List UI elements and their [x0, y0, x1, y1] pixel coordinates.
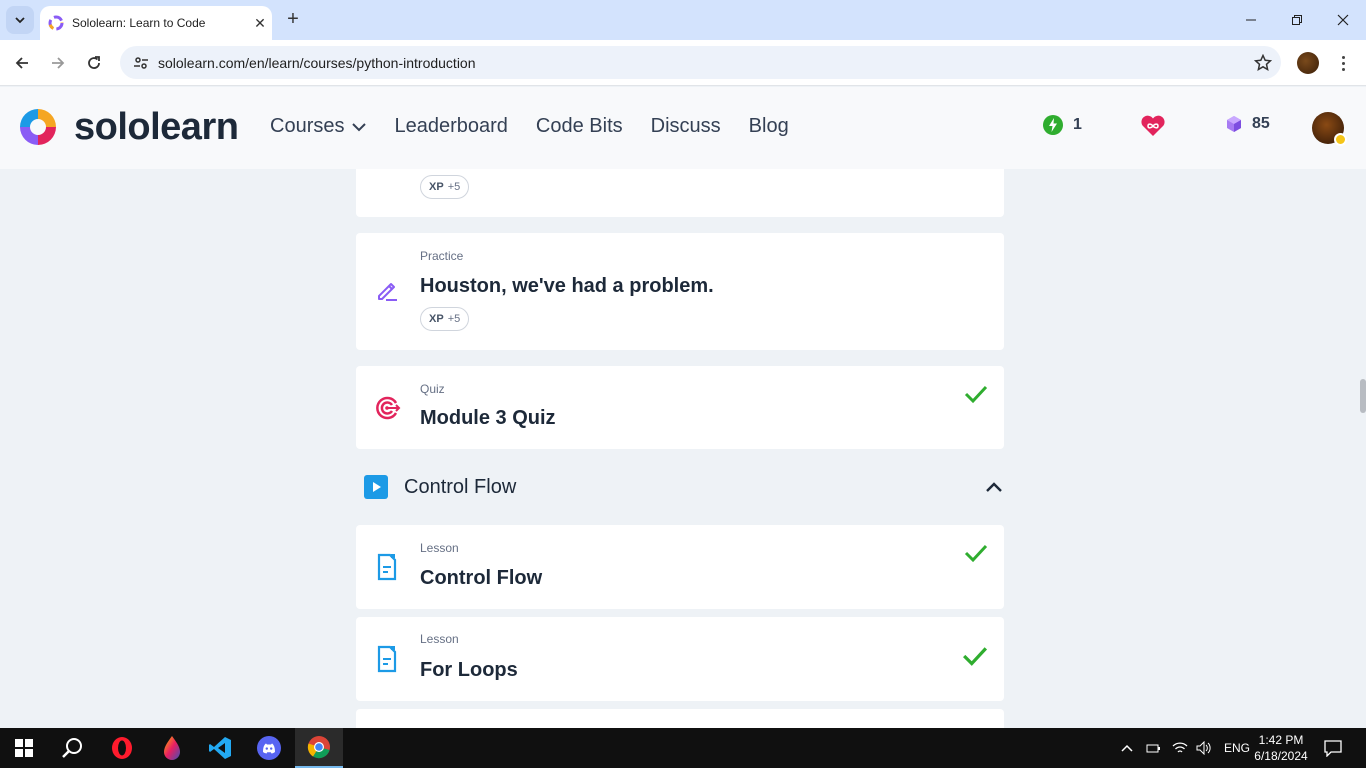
chevron-down-icon: [15, 17, 25, 24]
play-module-icon: [364, 475, 388, 499]
back-button[interactable]: [7, 48, 37, 78]
chrome-icon[interactable]: [295, 728, 343, 768]
card-title: Houston, we've had a problem.: [420, 275, 714, 297]
checkmark-icon: [964, 385, 988, 404]
xp-badge: XP +5: [420, 175, 470, 199]
paint-drop-icon[interactable]: [148, 728, 196, 768]
lesson-doc-icon: [377, 553, 397, 581]
tab-search-button[interactable]: [6, 6, 34, 34]
start-icon[interactable]: [0, 728, 48, 768]
system-tray: ENG: [1120, 728, 1250, 768]
tab-close-icon[interactable]: ✕: [248, 15, 272, 32]
close-icon: [1337, 14, 1349, 26]
sololearn-logo[interactable]: sololearn: [16, 105, 239, 149]
arrow-left-icon: [15, 57, 28, 69]
address-bar[interactable]: sololearn.com/en/learn/courses/python-in…: [120, 46, 1281, 79]
chevron-up-icon[interactable]: [1120, 743, 1134, 753]
xp-value: +5: [447, 181, 461, 193]
card-title: For Loops: [420, 659, 518, 681]
lesson-doc-icon: [377, 645, 397, 673]
practice-card[interactable]: Practice Houston, we've had a problem. X…: [356, 233, 1004, 350]
chevron-down-icon: [352, 122, 367, 131]
tab-title: Sololearn: Learn to Code: [72, 16, 206, 30]
module-header-control-flow[interactable]: Control Flow: [364, 473, 1004, 501]
infinity-heart-icon: [1141, 115, 1165, 136]
discord-icon[interactable]: [245, 728, 293, 768]
new-tab-button[interactable]: +: [282, 8, 304, 30]
lightning-icon: [1043, 115, 1063, 135]
checkmark-icon: [964, 544, 988, 563]
browser-profile-avatar[interactable]: [1297, 52, 1319, 74]
reload-button[interactable]: [79, 48, 109, 78]
card-title: Control Flow: [420, 567, 543, 589]
pencil-icon: [378, 283, 397, 301]
speaker-icon[interactable]: [1196, 741, 1212, 755]
restore-icon: [1292, 15, 1302, 25]
sololearn-favicon-icon: [48, 15, 64, 31]
battery-icon[interactable]: [1146, 741, 1162, 755]
notification-icon[interactable]: [1310, 728, 1356, 768]
minimize-button[interactable]: [1228, 0, 1274, 40]
gem-icon: [1227, 116, 1241, 132]
windows-taskbar: ENG 1:42 PM 6/18/2024: [0, 728, 1366, 768]
reload-icon: [88, 56, 100, 69]
search-icon[interactable]: [48, 728, 96, 768]
browser-tab[interactable]: Sololearn: Learn to Code ✕: [40, 6, 272, 40]
lesson-card-partial[interactable]: [356, 709, 1004, 728]
quiz-card[interactable]: Quiz Module 3 Quiz: [356, 366, 1004, 449]
module-title: Control Flow: [404, 475, 517, 498]
nav-blog[interactable]: Blog: [749, 115, 789, 138]
site-info-icon[interactable]: [124, 55, 158, 71]
restore-button[interactable]: [1274, 0, 1320, 40]
card-type: Lesson: [420, 632, 459, 646]
xp-badge: XP +5: [420, 307, 470, 331]
streak-counter[interactable]: 1: [1043, 115, 1082, 135]
chevron-up-icon[interactable]: [984, 480, 1004, 494]
taskbar-clock[interactable]: 1:42 PM 6/18/2024: [1246, 732, 1316, 764]
arrow-right-icon: [52, 57, 65, 69]
lesson-card-partial[interactable]: XP +5: [356, 169, 1004, 217]
xp-label: XP: [429, 313, 444, 325]
nav-leaderboard[interactable]: Leaderboard: [394, 115, 507, 138]
gems-counter[interactable]: 85: [1226, 115, 1270, 133]
browser-menu-icon[interactable]: [1333, 50, 1353, 76]
checkmark-icon: [963, 647, 988, 666]
main-nav: Courses Leaderboard Code Bits Discuss Bl…: [270, 115, 817, 138]
nav-courses[interactable]: Courses: [270, 115, 367, 138]
bookmark-star-icon[interactable]: [1245, 53, 1281, 72]
target-icon: [376, 396, 401, 420]
xp-label: XP: [429, 181, 444, 193]
logo-text: sololearn: [74, 105, 239, 148]
nav-code-bits[interactable]: Code Bits: [536, 115, 623, 138]
minimize-icon: [1246, 19, 1256, 21]
user-avatar[interactable]: [1312, 112, 1347, 146]
streak-value: 1: [1073, 116, 1082, 133]
opera-icon[interactable]: [98, 728, 146, 768]
nav-courses-label: Courses: [270, 115, 345, 137]
clock-date: 6/18/2024: [1254, 749, 1308, 763]
clock-time: 1:42 PM: [1258, 733, 1304, 747]
card-type: Practice: [420, 249, 464, 263]
gems-value: 85: [1252, 115, 1270, 132]
lesson-card[interactable]: Lesson Control Flow: [356, 525, 1004, 609]
browser-toolbar: sololearn.com/en/learn/courses/python-in…: [0, 40, 1366, 86]
url-text[interactable]: sololearn.com/en/learn/courses/python-in…: [158, 55, 1245, 71]
sololearn-logo-icon: [20, 109, 56, 145]
browser-tabbar: Sololearn: Learn to Code ✕ +: [0, 0, 1366, 40]
site-header: sololearn Courses Leaderboard Code Bits …: [0, 87, 1366, 169]
card-title: Module 3 Quiz: [420, 407, 556, 429]
avatar-badge: [1334, 133, 1347, 146]
xp-value: +5: [447, 313, 461, 325]
wifi-icon[interactable]: [1172, 741, 1188, 755]
lesson-card[interactable]: Lesson For Loops: [356, 617, 1004, 701]
card-type: Quiz: [420, 382, 445, 396]
vscode-icon[interactable]: [196, 728, 244, 768]
course-content: XP +5 Practice Houston, we've had a prob…: [0, 169, 1366, 728]
nav-discuss[interactable]: Discuss: [651, 115, 721, 138]
card-type: Lesson: [420, 541, 459, 555]
hearts-counter[interactable]: [1140, 115, 1176, 137]
page-scrollbar-thumb[interactable]: [1360, 379, 1366, 413]
forward-button[interactable]: [43, 48, 73, 78]
close-window-button[interactable]: [1320, 0, 1366, 40]
